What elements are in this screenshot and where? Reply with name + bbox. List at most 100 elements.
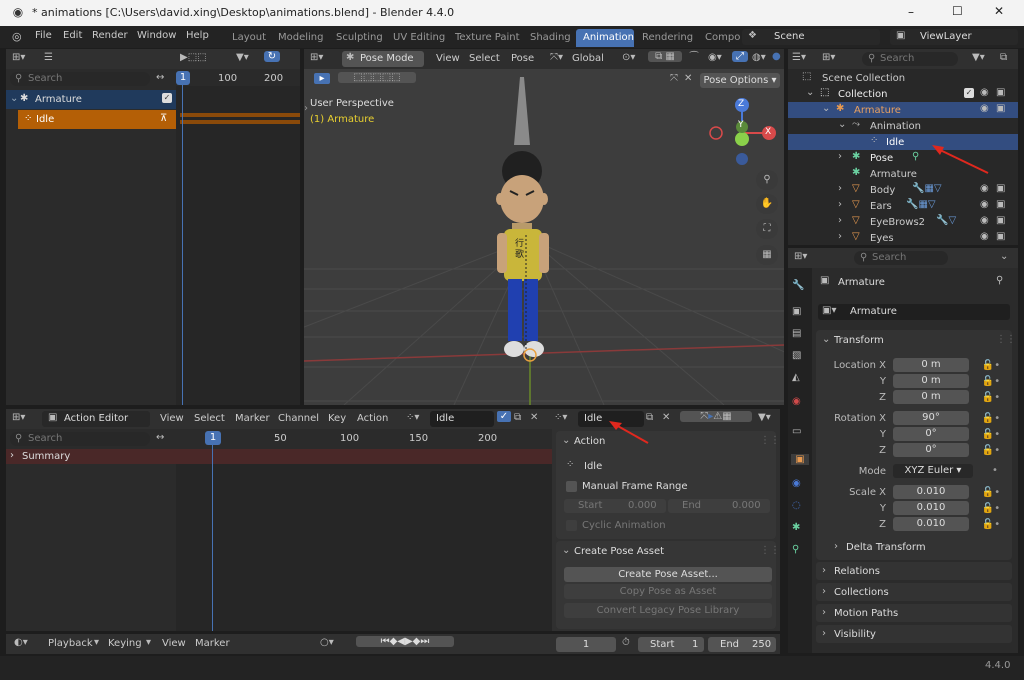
current-frame-indicator[interactable]: 1 [205, 431, 221, 445]
pivot-icon[interactable]: ⊙▾ [622, 52, 635, 63]
camera-icon[interactable]: ▣ [996, 87, 1005, 98]
menu-marker[interactable]: Marker [195, 638, 230, 649]
drag-handle-icon[interactable]: ⋮⋮ [996, 334, 1016, 345]
rotation-y-field[interactable]: 0° [893, 427, 969, 441]
channel-filter-icons[interactable]: ⤧▸⚠▦ [680, 411, 752, 422]
gizmo-x-label[interactable]: X [765, 127, 771, 137]
scene-tab-icon[interactable]: ◭ [792, 372, 800, 383]
editor-mode-select[interactable]: Action Editor [42, 411, 150, 427]
pin-icon[interactable]: ⚲ [996, 275, 1003, 286]
swap-icon[interactable]: ↔ [156, 72, 164, 83]
menu-channel[interactable]: Channel [278, 413, 319, 424]
panel-expanded-icon[interactable]: ⌄ [562, 435, 570, 446]
shading-icon[interactable]: ● [772, 51, 781, 62]
datablock-selector[interactable]: ▣▾ Armature [818, 304, 1010, 320]
rotation-z-field[interactable]: 0° [893, 443, 969, 457]
scale-y-field[interactable]: 0.010 [893, 501, 969, 515]
expand-arrow-icon[interactable]: ⌄ [806, 87, 814, 98]
channel-row-armature[interactable]: ⌄ ✱ Armature ✓ [6, 90, 176, 109]
end-frame-field[interactable]: End 250 [708, 637, 776, 652]
collections-panel[interactable]: › Collections [816, 583, 1012, 601]
outliner-row-body[interactable]: › ▽ Body 🔧▦▽ ◉ ▣ [788, 182, 1018, 198]
eye-icon[interactable]: ◉ [980, 231, 989, 242]
collapse-arrow-icon[interactable]: › [838, 199, 842, 210]
menu-select[interactable]: Select [469, 53, 500, 64]
eye-icon[interactable]: ◉ [980, 199, 989, 210]
blender-menu-icon[interactable]: ◎ [12, 30, 22, 43]
options-icon[interactable]: ⌄ [1000, 251, 1008, 262]
collapse-arrow-icon[interactable]: › [10, 450, 14, 461]
unlink-slot-icon[interactable]: ✕ [662, 412, 670, 423]
collapse-arrow-icon[interactable]: › [838, 183, 842, 194]
slot-name-field[interactable]: Idle [578, 411, 644, 427]
new-collection-icon[interactable]: ⧉ [1000, 52, 1007, 63]
outliner-row-armature-data[interactable]: ✱ Armature [788, 166, 1018, 182]
editor-type-icon[interactable]: ⊞▾ [310, 52, 323, 63]
location-x-field[interactable]: 0 m [893, 358, 969, 372]
menu-select[interactable]: Select [194, 413, 225, 424]
eye-icon[interactable]: ◉ [980, 215, 989, 226]
gizmo-toggle-icon[interactable]: ⤢ [732, 51, 748, 62]
menu-pose[interactable]: Pose [511, 53, 534, 64]
tab-compositing[interactable]: Compo [705, 32, 740, 43]
filter-icon[interactable]: ▼▾ [236, 52, 249, 63]
fake-user-shield-icon[interactable]: ✓ [497, 411, 511, 422]
select-tools-icon[interactable]: ▶⬚⬚ [180, 52, 207, 63]
menu-playback[interactable]: Playback [48, 638, 93, 649]
action-browse-icon[interactable]: ⁘▾ [406, 412, 419, 423]
eye-icon[interactable]: ◉ [980, 87, 989, 98]
current-frame-field[interactable]: 1 [556, 637, 616, 652]
editor-type-icon[interactable]: ◐▾ [14, 637, 28, 648]
outliner-row-eyebrows2[interactable]: › ▽ EyeBrows2 🔧▽ ◉ ▣ [788, 214, 1018, 230]
lock-icons[interactable]: 🔓• 🔓• 🔓• [974, 485, 1008, 533]
pose-options-button[interactable]: Pose Options ▾ [700, 73, 780, 88]
filter-icon[interactable]: ▼▾ [972, 52, 985, 63]
unlink-icon[interactable]: ✕ [530, 412, 538, 423]
action-panel-title[interactable]: Action [574, 436, 605, 447]
outliner-row-scene-collection[interactable]: ⬚ Scene Collection [788, 70, 1018, 86]
outliner-row-animation[interactable]: ⌄ ⤳ Animation [788, 118, 1018, 134]
outliner-row-idle[interactable]: ⁘ Idle [788, 134, 1018, 150]
motion-paths-panel[interactable]: › Motion Paths [816, 604, 1012, 622]
orientation-label[interactable]: Global [572, 53, 604, 64]
tool-tab-icon[interactable]: 🔧 [792, 280, 804, 291]
collection-tab-icon[interactable]: ▭ [792, 426, 801, 437]
selection-mode-icons[interactable]: ⬚⬚⬚⬚⬚ [338, 72, 416, 83]
rotation-x-field[interactable]: 90° [893, 411, 969, 425]
outliner-row-eyes[interactable]: › ▽ Eyes ◉ ▣ [788, 230, 1018, 245]
scale-z-field[interactable]: 0.010 [893, 517, 969, 531]
new-slot-icon[interactable]: ⧉ [646, 412, 653, 423]
panel-expanded-icon[interactable]: ⌄ [822, 334, 830, 345]
push-down-icon[interactable]: ⊼ [160, 113, 167, 124]
view-layer-selector[interactable]: ▣ ViewLayer [890, 29, 1018, 45]
eye-icon[interactable]: ◉ [980, 103, 989, 114]
channel-row-idle[interactable]: ⁘ Idle ⊼ [18, 110, 176, 129]
outliner-row-armature[interactable]: ⌄ ✱ Armature ◉ ▣ [788, 102, 1018, 118]
proportional-edit-icon[interactable]: ⁀ [690, 52, 698, 63]
checkbox-checked-icon[interactable]: ✓ [964, 88, 974, 98]
tab-rendering[interactable]: Rendering [642, 32, 693, 43]
world-tab-icon[interactable]: ◉ [792, 396, 801, 407]
panel-collapsed-icon[interactable]: › [834, 541, 838, 552]
action-name-field[interactable]: Idle [430, 411, 494, 427]
create-pose-asset-button[interactable]: Create Pose Asset... [564, 567, 772, 582]
summary-row[interactable]: › Summary [6, 449, 552, 464]
tab-shading[interactable]: Shading [530, 32, 571, 43]
menu-view[interactable]: View [160, 413, 184, 424]
start-frame-field[interactable]: Start 1 [638, 637, 704, 652]
auto-keying-icon[interactable]: ○▾ [320, 637, 334, 648]
drag-handle-icon[interactable]: ⋮⋮ [760, 435, 780, 446]
zoom-icon[interactable]: ⚲ [756, 170, 778, 190]
menu-help[interactable]: Help [186, 30, 209, 41]
transform-orientation-icon[interactable]: ⤧▾ [550, 52, 563, 63]
camera-view-icon[interactable]: ⛶ [756, 219, 778, 239]
view-layer-tab-icon[interactable]: ▧ [792, 350, 801, 361]
action-editor-search[interactable]: Search [10, 432, 150, 446]
camera-icon[interactable]: ▣ [996, 199, 1005, 210]
camera-icon[interactable]: ▣ [996, 215, 1005, 226]
scale-x-field[interactable]: 0.010 [893, 485, 969, 499]
minimize-button[interactable]: – [908, 5, 914, 19]
tab-animation[interactable]: Animation [583, 32, 634, 43]
expand-arrow-icon[interactable]: ⌄ [10, 93, 18, 104]
viewport-3d[interactable]: 行歌 Z X Y ⊞▾ Pose Mode ✱ View Select Pose… [304, 49, 784, 405]
